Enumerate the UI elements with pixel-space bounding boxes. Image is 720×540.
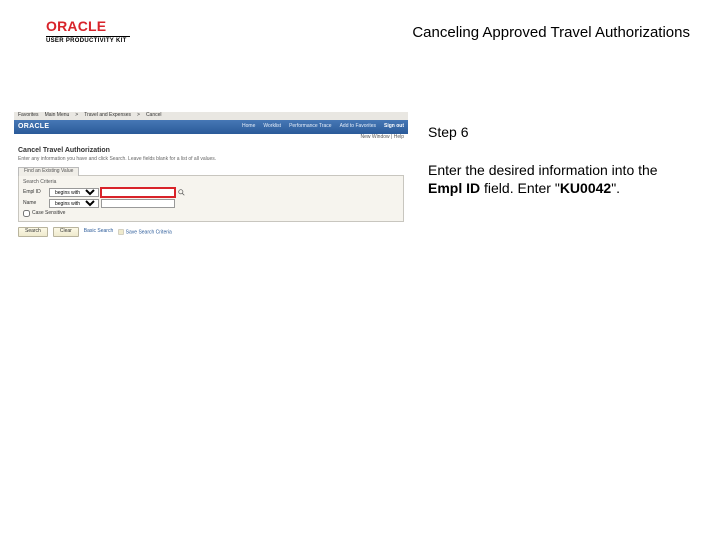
instr-text-2: field. Enter " — [480, 180, 560, 196]
instruction-panel: Step 6 Enter the desired information int… — [428, 124, 688, 197]
nav-sign-out[interactable]: Sign out — [384, 124, 404, 130]
breadcrumb-favorites[interactable]: Favorites — [18, 113, 39, 119]
instr-text-1: Enter the desired information into the — [428, 162, 658, 178]
nav-performance-trace[interactable]: Performance Trace — [289, 124, 332, 130]
nav-worklist[interactable]: Worklist — [263, 124, 281, 130]
row-empl-id: Empl ID begins with — [23, 188, 399, 197]
row-case-sensitive: Case Sensitive — [23, 210, 399, 217]
page-content: Cancel Travel Authorization Enter any in… — [14, 143, 408, 237]
breadcrumb-cancel[interactable]: Cancel — [146, 113, 162, 119]
checkbox-case-sensitive[interactable] — [23, 210, 30, 217]
save-criteria-link[interactable]: Save Search Criteria — [118, 229, 172, 236]
instruction-body: Enter the desired information into the E… — [428, 162, 688, 197]
logo-divider — [46, 36, 130, 37]
nav-home[interactable]: Home — [242, 124, 255, 130]
input-name[interactable] — [101, 199, 175, 208]
instr-value: KU0042 — [560, 180, 611, 196]
upk-subtitle: USER PRODUCTIVITY KIT — [46, 38, 130, 44]
breadcrumb-sep2: > — [137, 113, 140, 119]
oracle-wordmark: ORACLE — [46, 18, 130, 34]
page-description: Enter any information you have and click… — [18, 157, 404, 163]
window-meta-links[interactable]: New Window | Help — [14, 134, 408, 143]
clear-button[interactable]: Clear — [53, 227, 79, 237]
basic-search-link[interactable]: Basic Search — [84, 229, 113, 235]
label-name: Name — [23, 201, 47, 207]
button-row: Search Clear Basic Search Save Search Cr… — [18, 227, 404, 237]
oracle-upk-logo: ORACLE USER PRODUCTIVITY KIT — [46, 18, 130, 44]
search-criteria-box: Search Criteria Empl ID begins with Name… — [18, 175, 404, 223]
operator-name[interactable]: begins with — [49, 199, 99, 208]
row-name: Name begins with — [23, 199, 399, 208]
input-empl-id[interactable] — [101, 188, 175, 197]
breadcrumb-bar: Favorites Main Menu > Travel and Expense… — [14, 112, 408, 120]
app-brand: ORACLE — [18, 123, 49, 131]
tab-find-existing[interactable]: Find an Existing Value — [18, 167, 79, 176]
topic-title: Canceling Approved Travel Authorizations — [412, 24, 690, 41]
instr-text-3: ". — [611, 180, 620, 196]
label-empl-id: Empl ID — [23, 190, 47, 196]
label-case-sensitive: Case Sensitive — [32, 211, 65, 217]
instr-field: Empl ID — [428, 180, 480, 196]
app-screenshot: Favorites Main Menu > Travel and Expense… — [14, 112, 408, 272]
save-criteria-label: Save Search Criteria — [126, 229, 172, 235]
page-root: ORACLE USER PRODUCTIVITY KIT Canceling A… — [0, 0, 720, 540]
search-criteria-legend: Search Criteria — [23, 180, 399, 186]
lookup-empl-id-icon[interactable] — [177, 189, 185, 197]
step-label: Step 6 — [428, 124, 688, 140]
breadcrumb-sep1: > — [75, 113, 78, 119]
page-heading: Cancel Travel Authorization — [18, 147, 404, 155]
search-button[interactable]: Search — [18, 227, 48, 237]
app-header: ORACLE Home Worklist Performance Trace A… — [14, 120, 408, 134]
nav-add-favorites[interactable]: Add to Favorites — [340, 124, 376, 130]
breadcrumb-main-menu[interactable]: Main Menu — [45, 113, 70, 119]
breadcrumb-travel[interactable]: Travel and Expenses — [84, 113, 131, 119]
operator-empl-id[interactable]: begins with — [49, 188, 99, 197]
